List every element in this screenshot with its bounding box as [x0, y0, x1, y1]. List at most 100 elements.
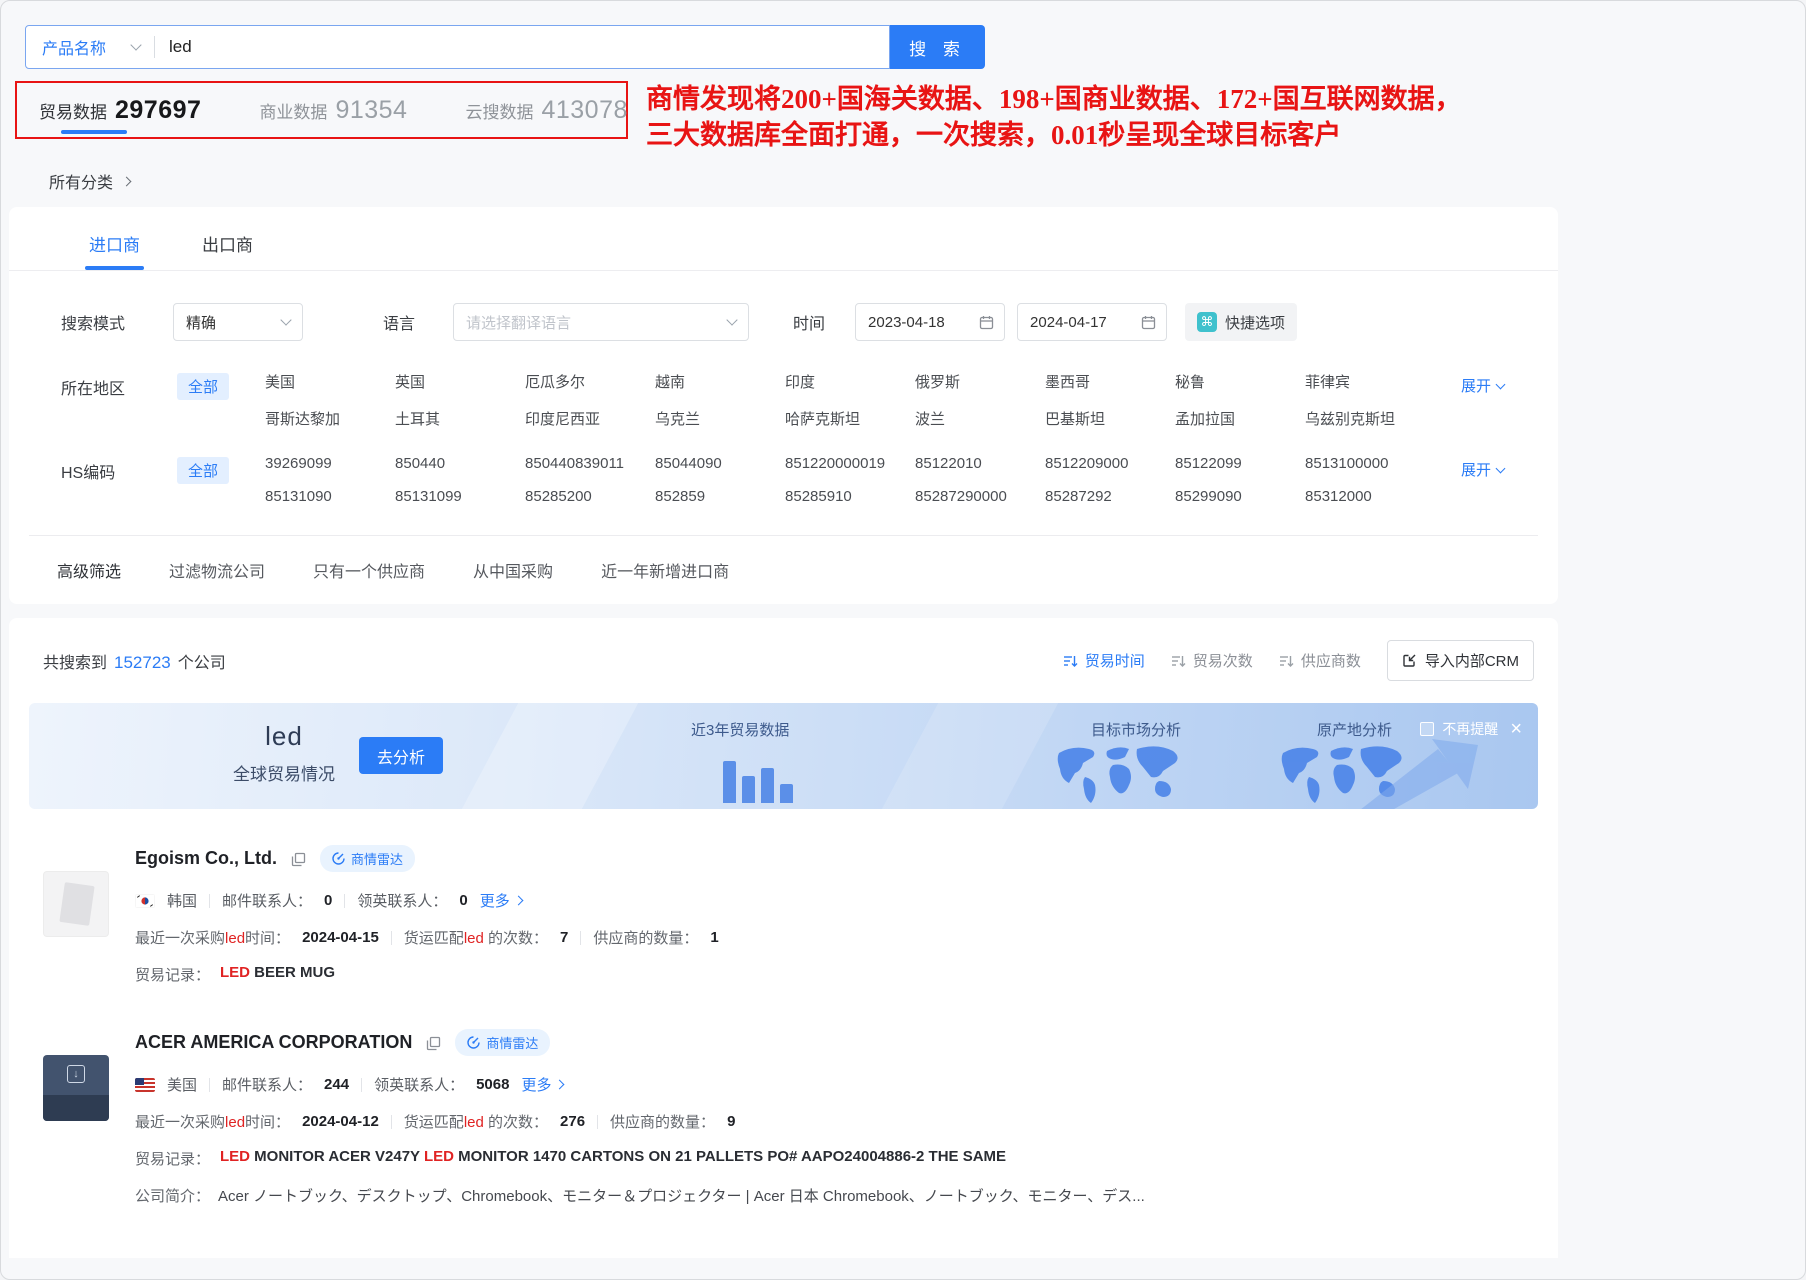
importer-exporter-tabs: 进口商 出口商: [9, 207, 1558, 271]
hs-code-item[interactable]: 85131099: [395, 488, 525, 505]
tab-cloud-search-data[interactable]: 云搜数据 413078: [465, 96, 627, 125]
region-item[interactable]: 印度: [785, 371, 915, 392]
region-item[interactable]: 墨西哥: [1045, 371, 1175, 392]
chevron-down-icon: [130, 39, 141, 50]
email-contacts-count: 0: [324, 892, 332, 909]
hs-code-item[interactable]: 85299090: [1175, 488, 1305, 505]
hs-code-item[interactable]: 852859: [655, 488, 785, 505]
quick-options-button[interactable]: ⌘ 快捷选项: [1185, 303, 1297, 341]
tab-exporter[interactable]: 出口商: [202, 231, 253, 270]
hs-code-item[interactable]: 850440: [395, 455, 525, 472]
hs-code-item[interactable]: 85044090: [655, 455, 785, 472]
region-item[interactable]: 巴基斯坦: [1045, 408, 1175, 429]
region-item[interactable]: 俄罗斯: [915, 371, 1045, 392]
dont-remind-checkbox[interactable]: [1420, 722, 1434, 736]
last-purchase-date: 2024-04-15: [302, 929, 379, 946]
region-item[interactable]: 菲律宾: [1305, 371, 1435, 392]
hs-code-item[interactable]: 85287292: [1045, 488, 1175, 505]
region-item[interactable]: 孟加拉国: [1175, 408, 1305, 429]
sort-controls: 贸易时间 贸易次数 供应商数 导入内部CRM: [1063, 640, 1534, 681]
chevron-right-icon: [555, 1080, 565, 1090]
advanced-filter-row: 高级筛选 过滤物流公司 只有一个供应商 从中国采购 近一年新增进口商: [57, 558, 1558, 582]
region-item[interactable]: 越南: [655, 371, 785, 392]
search-input[interactable]: [155, 37, 889, 57]
company-name[interactable]: ACER AMERICA CORPORATION: [135, 1032, 412, 1053]
purchase-from-china-toggle[interactable]: 从中国采购: [473, 558, 553, 582]
filter-logistics-toggle[interactable]: 过滤物流公司: [169, 558, 265, 582]
end-date-input[interactable]: 2024-04-17: [1017, 303, 1167, 341]
company-name[interactable]: Egoism Co., Ltd.: [135, 848, 277, 869]
company-thumbnail[interactable]: ↓: [43, 1055, 109, 1121]
freight-match-label: 货运匹配led 的次数：: [404, 927, 548, 948]
thumbnail-object: [43, 1095, 109, 1121]
tab-business-data[interactable]: 商业数据 91354: [259, 96, 407, 125]
hs-code-item[interactable]: 85122010: [915, 455, 1045, 472]
chevron-right-icon: [513, 896, 523, 906]
country-label: 美国: [167, 1074, 197, 1095]
tab-importer[interactable]: 进口商: [89, 231, 140, 270]
sort-icon: [1171, 654, 1186, 668]
business-radar-badge[interactable]: 商情雷达: [455, 1029, 550, 1056]
hs-code-item[interactable]: 39269099: [265, 455, 395, 472]
more-link[interactable]: 更多: [521, 1074, 563, 1095]
breadcrumb-label: 所有分类: [49, 169, 113, 193]
region-item[interactable]: 美国: [265, 371, 395, 392]
advanced-filter-button[interactable]: 高级筛选: [57, 558, 121, 582]
hs-code-item[interactable]: 85131090: [265, 488, 395, 505]
breadcrumb[interactable]: 所有分类: [49, 169, 1805, 193]
tab-label: 云搜数据: [465, 98, 533, 123]
region-item[interactable]: 哈萨克斯坦: [785, 408, 915, 429]
region-item[interactable]: 波兰: [915, 408, 1045, 429]
company-card-body: ACER AMERICA CORPORATION 商情雷达 美国 邮件联系人： …: [135, 1029, 1538, 1206]
company-thumbnail[interactable]: [43, 871, 109, 937]
hs-code-item[interactable]: 85287290000: [915, 488, 1045, 505]
start-date-input[interactable]: 2023-04-18: [855, 303, 1005, 341]
region-item[interactable]: 哥斯达黎加: [265, 408, 395, 429]
tab-label: 商业数据: [259, 98, 327, 123]
tab-count: 413078: [541, 96, 627, 125]
sort-trade-count[interactable]: 贸易次数: [1171, 650, 1253, 671]
hs-code-item[interactable]: 85285200: [525, 488, 655, 505]
language-select[interactable]: 请选择翻译语言: [453, 303, 749, 341]
active-tab-underline: [61, 130, 127, 134]
freight-match-count: 276: [560, 1113, 585, 1130]
more-link[interactable]: 更多: [480, 890, 522, 911]
new-importers-toggle[interactable]: 近一年新增进口商: [601, 558, 729, 582]
hs-code-item[interactable]: 8512209000: [1045, 455, 1175, 472]
region-item[interactable]: 土耳其: [395, 408, 525, 429]
search-mode-select[interactable]: 精确: [173, 303, 303, 341]
region-item[interactable]: 厄瓜多尔: [525, 371, 655, 392]
email-contacts-count: 244: [324, 1076, 349, 1093]
copy-icon[interactable]: [291, 852, 306, 867]
hs-code-item[interactable]: 85285910: [785, 488, 915, 505]
region-item[interactable]: 英国: [395, 371, 525, 392]
copy-icon[interactable]: [426, 1036, 441, 1051]
business-radar-badge[interactable]: 商情雷达: [320, 845, 415, 872]
region-item[interactable]: 秘鲁: [1175, 371, 1305, 392]
region-all-pill[interactable]: 全部: [177, 373, 229, 400]
tab-trade-data[interactable]: 贸易数据 297697: [39, 96, 201, 125]
chevron-down-icon: [280, 314, 291, 325]
hs-code-item[interactable]: 85312000: [1305, 488, 1435, 505]
hs-code-item[interactable]: 8513100000: [1305, 455, 1435, 472]
close-icon[interactable]: ×: [1510, 722, 1522, 736]
hs-code-item[interactable]: 85122099: [1175, 455, 1305, 472]
region-item[interactable]: 印度尼西亚: [525, 408, 655, 429]
sort-trade-time[interactable]: 贸易时间: [1063, 650, 1145, 671]
sort-supplier-count[interactable]: 供应商数: [1279, 650, 1361, 671]
analyze-button[interactable]: 去分析: [359, 737, 443, 774]
category-select[interactable]: 产品名称: [26, 35, 154, 59]
linkedin-contacts-label: 领英联系人：: [357, 890, 447, 911]
hs-code-grid: 39269099 850440 850440839011 85044090 85…: [265, 455, 1435, 505]
hs-code-item[interactable]: 851220000019: [785, 455, 915, 472]
chevron-down-icon: [1496, 380, 1506, 390]
search-button[interactable]: 搜 索: [890, 25, 985, 69]
hs-code-expand-link[interactable]: 展开: [1461, 459, 1504, 480]
region-item[interactable]: 乌克兰: [655, 408, 785, 429]
import-crm-button[interactable]: 导入内部CRM: [1387, 640, 1534, 681]
region-item[interactable]: 乌兹别克斯坦: [1305, 408, 1435, 429]
hs-code-item[interactable]: 850440839011: [525, 455, 655, 472]
hs-code-all-pill[interactable]: 全部: [177, 457, 229, 484]
region-expand-link[interactable]: 展开: [1461, 375, 1504, 396]
single-supplier-toggle[interactable]: 只有一个供应商: [313, 558, 425, 582]
